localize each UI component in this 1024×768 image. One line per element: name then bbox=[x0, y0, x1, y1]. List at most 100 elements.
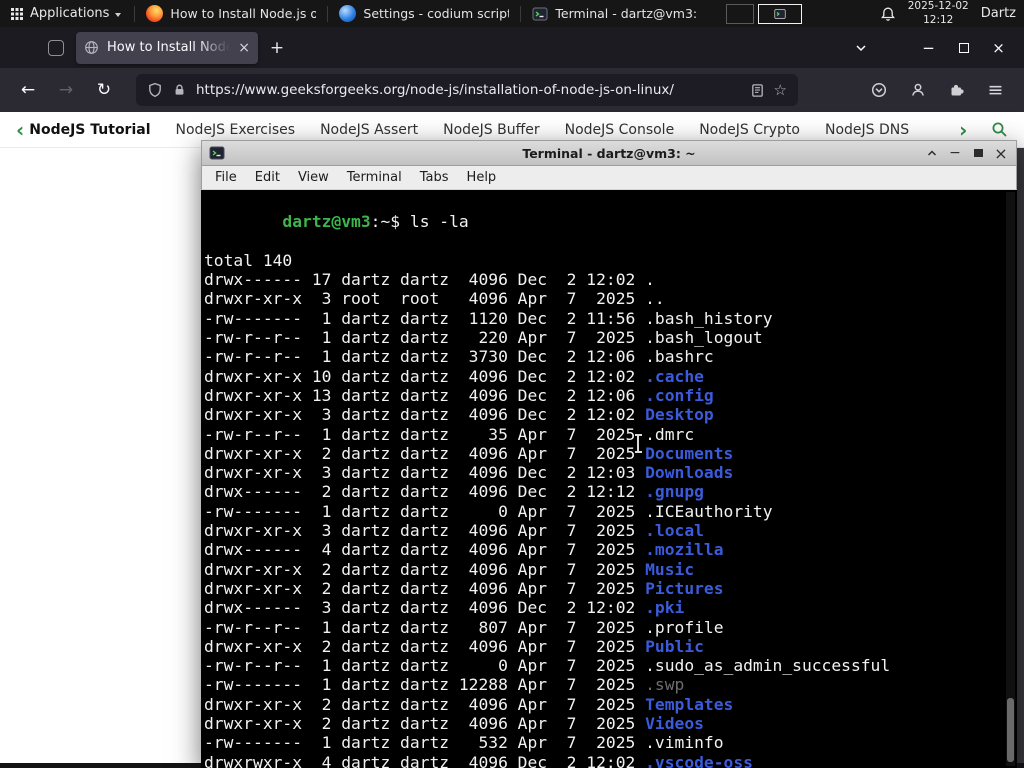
terminal-output-line: drwxr-xr-x 2 dartz dartz 4096 Apr 7 2025… bbox=[204, 694, 734, 714]
lock-icon[interactable] bbox=[172, 83, 187, 98]
terminal-window-icon bbox=[209, 145, 225, 161]
shade-window-button[interactable] bbox=[922, 143, 942, 163]
terminal-total-line: total 140 bbox=[204, 250, 293, 270]
hamburger-menu-icon[interactable]: ≡ bbox=[979, 74, 1012, 107]
terminal-output-area[interactable]: dartz@vm3:~$ ls -la total 140 drwx------… bbox=[201, 190, 1017, 768]
back-button[interactable]: ← bbox=[12, 74, 44, 106]
notification-bell-icon[interactable] bbox=[880, 6, 896, 22]
panel-separator bbox=[520, 5, 522, 22]
prompt-separator: : bbox=[370, 212, 381, 232]
taskbar-item-terminal[interactable]: Terminal - dartz@vm3: ~ bbox=[524, 0, 710, 27]
menu-help[interactable]: Help bbox=[458, 170, 506, 185]
terminal-output-line: -rw-r--r-- 1 dartz dartz 807 Apr 7 2025 … bbox=[204, 617, 724, 637]
menu-terminal[interactable]: Terminal bbox=[338, 170, 411, 185]
firefox-view-icon[interactable] bbox=[48, 39, 64, 56]
window-minimize-button[interactable]: − bbox=[911, 28, 946, 68]
menu-edit[interactable]: Edit bbox=[246, 170, 289, 185]
panel-separator bbox=[327, 5, 329, 22]
terminal-output-line: -rw------- 1 dartz dartz 0 Apr 7 2025 .I… bbox=[204, 501, 773, 521]
terminal-prompt-line: dartz@vm3:~$ ls -la bbox=[204, 193, 1003, 251]
reload-button[interactable]: ↻ bbox=[88, 74, 120, 106]
terminal-output-line: -rw------- 1 dartz dartz 12288 Apr 7 202… bbox=[204, 675, 685, 695]
tab-favicon-globe-icon bbox=[84, 40, 99, 55]
menu-tabs[interactable]: Tabs bbox=[411, 170, 458, 185]
text-cursor-pointer bbox=[634, 434, 642, 453]
browser-toolbar: ← → ↻ https://www.geeksforgeeks.org/node… bbox=[0, 68, 1024, 112]
terminal-scrollbar-thumb[interactable] bbox=[1007, 698, 1014, 762]
maximize-icon bbox=[973, 149, 983, 157]
list-all-tabs-chevron-icon[interactable] bbox=[847, 34, 875, 62]
terminal-titlebar[interactable]: Terminal - dartz@vm3: ~ − × bbox=[201, 140, 1017, 166]
close-window-button[interactable]: × bbox=[991, 143, 1011, 163]
menu-view[interactable]: View bbox=[289, 170, 338, 185]
menu-file[interactable]: File bbox=[206, 170, 246, 185]
terminal-output-line: drwxr-xr-x 13 dartz dartz 4096 Dec 2 12:… bbox=[204, 385, 714, 405]
panel-separator bbox=[134, 5, 136, 22]
terminal-output-line: drwx------ 17 dartz dartz 4096 Dec 2 12:… bbox=[204, 270, 655, 290]
terminal-output-line: drwxrwxr-x 4 dartz dartz 4096 Dec 2 12:0… bbox=[204, 752, 753, 768]
nav-home-link[interactable]: ‹ NodeJS Tutorial bbox=[16, 120, 151, 140]
url-bar[interactable]: https://www.geeksforgeeks.org/node-js/in… bbox=[136, 74, 798, 106]
tab-close-icon[interactable]: × bbox=[238, 41, 250, 55]
browser-tab[interactable]: How to Install Node.js on × bbox=[76, 31, 258, 64]
new-tab-button[interactable]: + bbox=[262, 33, 292, 63]
tracking-shield-icon[interactable] bbox=[147, 82, 163, 98]
window-close-button[interactable]: × bbox=[981, 28, 1016, 68]
page-scrollbar[interactable] bbox=[1017, 148, 1024, 763]
workspace-pager bbox=[725, 3, 802, 24]
terminal-output-line: drwx------ 4 dartz dartz 4096 Apr 7 2025… bbox=[204, 540, 724, 560]
terminal-scrollbar[interactable] bbox=[1006, 192, 1015, 766]
nav-link-exercises[interactable]: NodeJS Exercises bbox=[176, 122, 296, 138]
account-icon[interactable] bbox=[901, 74, 934, 107]
nav-link-assert[interactable]: NodeJS Assert bbox=[320, 122, 418, 138]
reader-mode-icon[interactable] bbox=[750, 83, 765, 98]
top-panel: Applications How to Install Node.js o...… bbox=[0, 0, 1024, 27]
applications-menu-button[interactable]: Applications bbox=[0, 0, 131, 27]
terminal-output-line: drwxr-xr-x 3 dartz dartz 4096 Dec 2 12:0… bbox=[204, 463, 734, 483]
maximize-window-button[interactable] bbox=[968, 143, 988, 163]
nav-link-crypto[interactable]: NodeJS Crypto bbox=[699, 122, 800, 138]
terminal-output-line: drwxr-xr-x 3 dartz dartz 4096 Dec 2 12:0… bbox=[204, 405, 714, 425]
firefox-icon bbox=[146, 5, 164, 22]
terminal-menubar: File Edit View Terminal Tabs Help bbox=[201, 166, 1017, 190]
forward-button[interactable]: → bbox=[50, 74, 82, 106]
terminal-output-line: -rw-r--r-- 1 dartz dartz 0 Apr 7 2025 .s… bbox=[204, 656, 891, 676]
nav-link-dns[interactable]: NodeJS DNS bbox=[825, 122, 909, 138]
task-title: Settings - codium script... bbox=[363, 6, 510, 21]
workspace-1[interactable] bbox=[725, 3, 754, 24]
panel-clock[interactable]: 2025-12-02 12:12 bbox=[908, 0, 969, 26]
nav-home-label: NodeJS Tutorial bbox=[29, 121, 151, 138]
prompt-user-host: dartz@vm3 bbox=[282, 212, 371, 232]
clock-date: 2025-12-02 bbox=[907, 0, 969, 13]
applications-grid-icon bbox=[10, 7, 24, 21]
terminal-output-line: drwx------ 3 dartz dartz 4096 Dec 2 12:0… bbox=[204, 598, 685, 618]
pocket-icon[interactable] bbox=[862, 74, 895, 107]
terminal-output-line: drwxr-xr-x 2 dartz dartz 4096 Apr 7 2025… bbox=[204, 714, 704, 734]
task-title: Terminal - dartz@vm3: ~ bbox=[555, 6, 703, 21]
nav-link-console[interactable]: NodeJS Console bbox=[565, 122, 675, 138]
terminal-output-line: drwx------ 2 dartz dartz 4096 Dec 2 12:1… bbox=[204, 482, 704, 502]
minimize-window-button[interactable]: − bbox=[945, 143, 965, 163]
terminal-output-line: -rw------- 1 dartz dartz 1120 Dec 2 11:5… bbox=[204, 308, 773, 328]
bookmark-star-icon[interactable]: ☆ bbox=[774, 82, 787, 98]
window-maximize-button[interactable] bbox=[946, 28, 981, 68]
terminal-output-line: -rw-r--r-- 1 dartz dartz 3730 Dec 2 12:0… bbox=[204, 347, 714, 367]
nav-link-buffer[interactable]: NodeJS Buffer bbox=[443, 122, 540, 138]
chevron-right-icon[interactable]: › bbox=[959, 120, 967, 140]
url-text: https://www.geeksforgeeks.org/node-js/in… bbox=[196, 82, 674, 98]
maximize-icon bbox=[958, 42, 969, 53]
workspace-2-active[interactable] bbox=[757, 3, 802, 24]
terminal-output-line: drwxr-xr-x 3 root root 4096 Apr 7 2025 .… bbox=[204, 289, 665, 309]
taskbar-item-firefox[interactable]: How to Install Node.js o... bbox=[138, 0, 324, 27]
settings-icon bbox=[339, 5, 357, 22]
extensions-puzzle-icon[interactable] bbox=[940, 74, 973, 107]
search-icon[interactable] bbox=[991, 121, 1008, 138]
taskbar-item-codium[interactable]: Settings - codium script... bbox=[331, 0, 517, 27]
terminal-window-controls: − × bbox=[922, 143, 1016, 163]
tabbar-controls: − × bbox=[847, 28, 1016, 68]
desktop: Applications How to Install Node.js o...… bbox=[0, 0, 1024, 768]
file-listing: drwx------ 17 dartz dartz 4096 Dec 2 12:… bbox=[204, 270, 1003, 768]
terminal-icon bbox=[532, 6, 548, 22]
tab-title: How to Install Node.js on bbox=[107, 40, 231, 55]
task-title: How to Install Node.js o... bbox=[170, 6, 317, 21]
